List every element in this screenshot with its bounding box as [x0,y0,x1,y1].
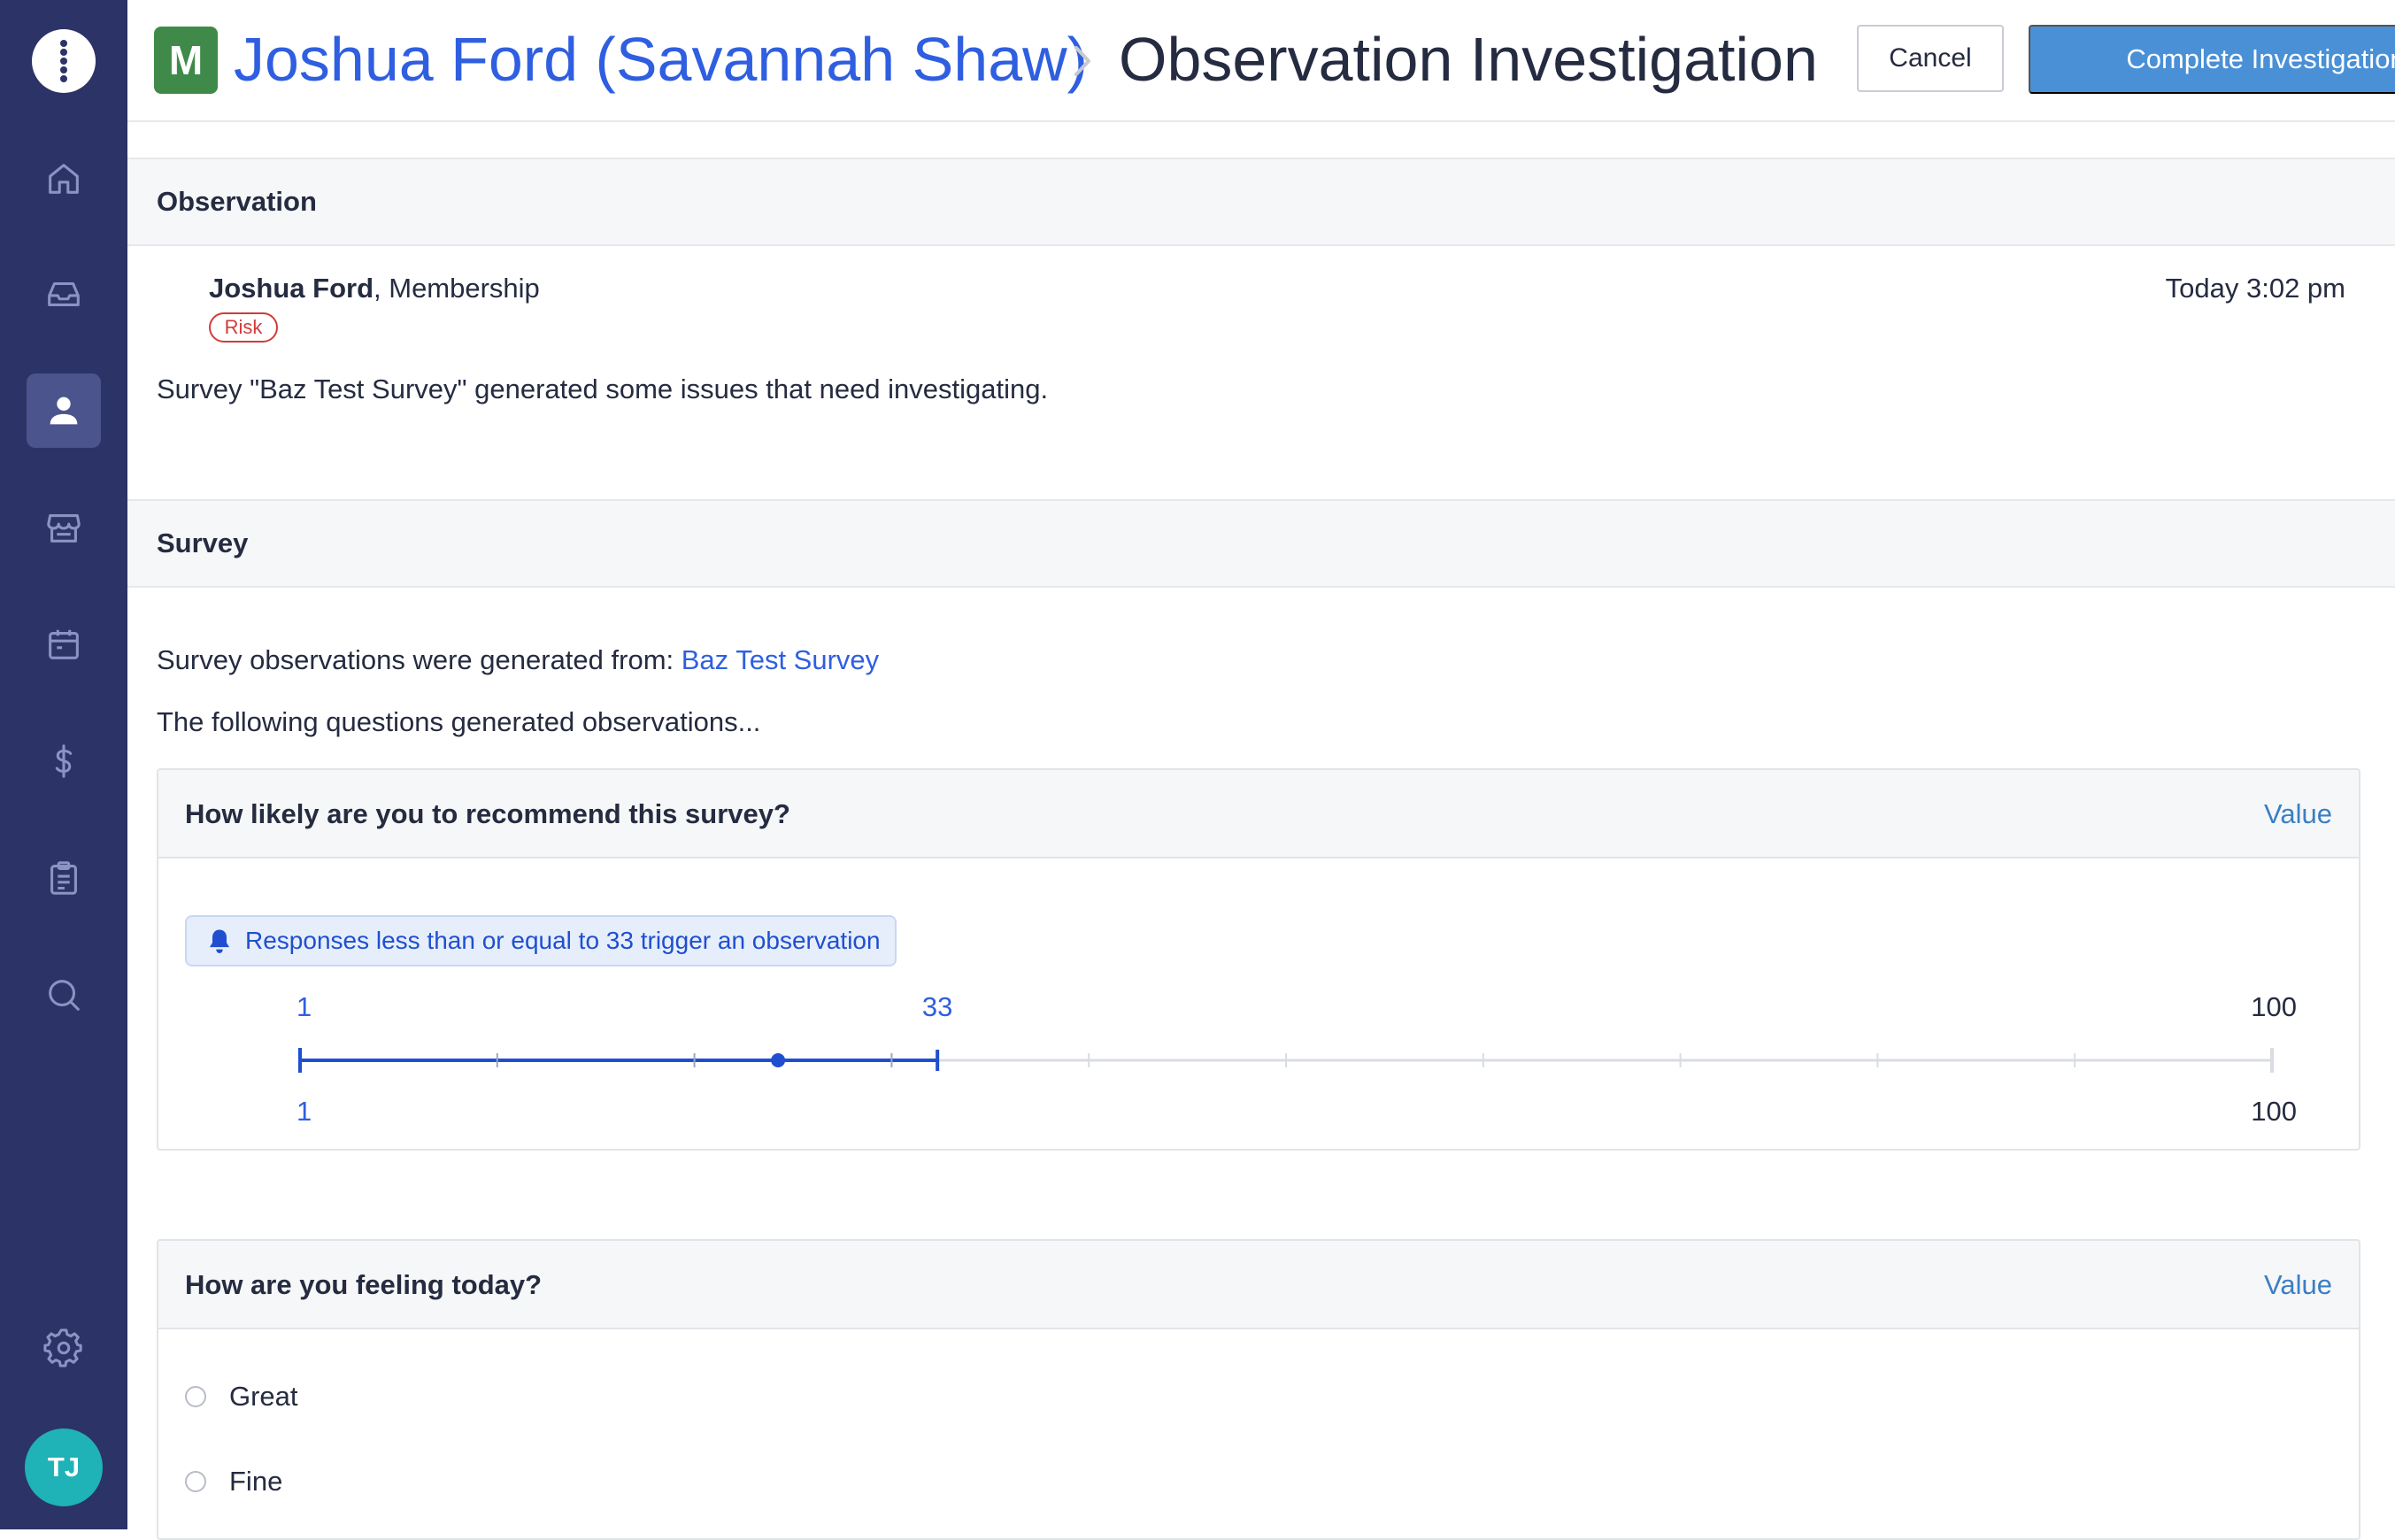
survey-source-prefix: Survey observations were generated from: [157,644,682,675]
org-badge: M [154,27,218,94]
response-slider: 1 33 100 1 100 [158,991,2359,1149]
page-header: M Joshua Ford (Savannah Shaw) Observatio… [127,0,2395,122]
calendar-icon [49,629,79,659]
question-title: How likely are you to recommend this sur… [185,798,790,829]
slider-response-handle [771,1053,786,1067]
user-avatar[interactable]: TJ [25,1428,103,1506]
observation-text: Survey "Baz Test Survey" generated some … [157,373,1049,404]
sidebar-item-inbox[interactable] [27,257,101,331]
sidebar-item-home[interactable] [27,142,101,216]
complete-investigation-button[interactable]: Complete Investigation [2029,25,2395,94]
option-fine[interactable]: Fine [185,1466,282,1498]
sidebar-item-forms[interactable] [27,841,101,915]
radio-button[interactable] [185,1386,206,1407]
survey-questions-intro: The following questions generated observ… [157,706,761,737]
storefront-icon [47,514,81,543]
value-link[interactable]: Value [2264,798,2332,830]
slider-track [298,1048,2274,1073]
option-great[interactable]: Great [185,1381,298,1413]
survey-link[interactable]: Baz Test Survey [682,644,879,675]
clipboard-icon [50,861,77,895]
survey-source-line: Survey observations were generated from:… [157,644,879,676]
question-card: How likely are you to recommend this sur… [157,768,2360,1151]
question-title: How are you feeling today? [185,1269,543,1300]
question-card: How are you feeling today? Value Great F… [157,1239,2360,1540]
question-card-header: How likely are you to recommend this sur… [158,770,2359,859]
risk-badge: Risk [209,312,278,343]
slider-top-min-label: 1 [296,991,312,1022]
slider-bottom-max-label: 100 [2251,1096,2297,1127]
inbox-icon [48,281,80,306]
trigger-rule-badge: Responses less than or equal to 33 trigg… [185,915,897,966]
sidebar-item-search[interactable] [27,958,101,1032]
slider-threshold-label: 33 [921,991,953,1022]
slider-bottom-min-label: 1 [296,1096,312,1127]
observation-section-header: Observation [127,158,2395,246]
radio-button[interactable] [185,1471,206,1492]
bell-icon [209,929,230,953]
slider-top-max-label: 100 [2251,991,2297,1022]
home-icon [49,164,79,194]
sidebar: TJ [0,0,127,1529]
search-icon [49,980,80,1011]
observation-section-title: Observation [157,186,317,217]
observation-timestamp: Today 3:02 pm [2165,273,2345,304]
value-link[interactable]: Value [2264,1269,2332,1301]
survey-section-header: Survey [127,499,2395,588]
sidebar-item-people[interactable] [27,373,101,448]
option-label: Great [229,1381,298,1412]
person-icon [50,397,78,425]
observation-author: Joshua Ford, Membership [209,273,540,304]
observation-author-role: , Membership [373,273,540,304]
chevron-right-icon [1074,46,1090,76]
gear-icon [43,1328,82,1367]
sidebar-item-store[interactable] [27,490,101,565]
observation-author-name: Joshua Ford [209,273,374,304]
option-label: Fine [229,1466,283,1497]
question-card-header: How are you feeling today? Value [158,1241,2359,1329]
sidebar-item-billing[interactable] [27,724,101,798]
cancel-button[interactable]: Cancel [1857,25,2004,92]
sidebar-item-calendar[interactable] [27,607,101,681]
trigger-rule-text: Responses less than or equal to 33 trigg… [245,927,881,954]
app-logo[interactable] [32,29,96,93]
breadcrumb-person-link[interactable]: Joshua Ford (Savannah Shaw) [234,21,1088,97]
survey-section-title: Survey [157,527,249,558]
main-content: Observation Joshua Ford, Membership Risk… [127,124,2395,1540]
page-title: Observation Investigation [1119,25,1818,94]
dollar-icon [55,744,73,778]
sidebar-item-settings[interactable] [27,1311,101,1385]
